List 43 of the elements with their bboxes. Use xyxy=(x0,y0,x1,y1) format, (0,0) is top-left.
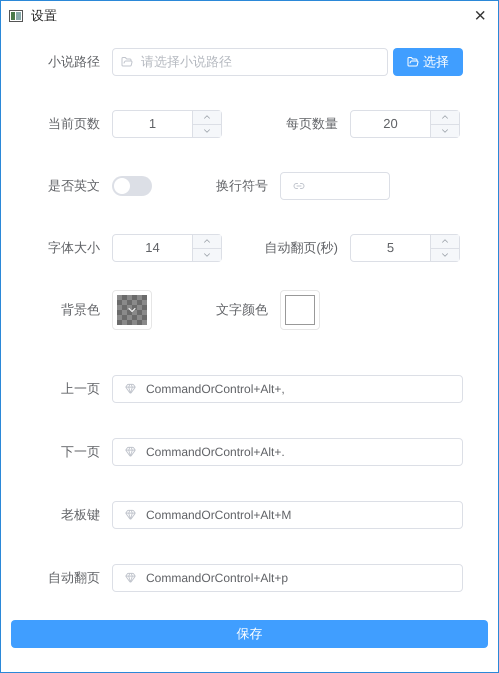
number-field[interactable]: 20 xyxy=(350,110,460,138)
path-field[interactable]: 请选择小说路径 xyxy=(112,48,388,76)
field-label: 老板键 xyxy=(61,506,100,524)
field-label: 上一页 xyxy=(61,380,100,398)
number-field[interactable]: 1 xyxy=(112,110,222,138)
shortcut-value: CommandOrControl+Alt+p xyxy=(146,570,288,586)
field-label: 文字颜色 xyxy=(216,301,268,320)
window-icon xyxy=(9,10,23,22)
field-label: 背景色 xyxy=(61,301,100,320)
field-label: 自动翻页 xyxy=(48,568,100,587)
shortcut-value: CommandOrControl+Alt+M xyxy=(146,506,292,524)
text-field[interactable] xyxy=(280,172,390,200)
folder-icon xyxy=(407,56,419,68)
close-button[interactable]: × xyxy=(474,6,486,26)
shortcut-field[interactable]: CommandOrControl+Alt+p xyxy=(112,564,463,592)
gem-icon xyxy=(125,509,136,520)
gem-icon xyxy=(125,572,136,583)
link-icon xyxy=(293,180,305,192)
toggle-switch[interactable] xyxy=(112,176,152,196)
number-value: 5 xyxy=(386,239,396,257)
folder-icon xyxy=(121,56,133,68)
window-title: 设置 xyxy=(31,7,57,26)
gem-icon xyxy=(125,383,136,394)
field-label: 当前页数 xyxy=(48,115,100,134)
number-value: 14 xyxy=(144,239,161,257)
field-label: 每页数量 xyxy=(286,115,338,134)
gem-icon xyxy=(125,446,136,457)
field-label: 字体大小 xyxy=(48,239,100,258)
number-value: 20 xyxy=(382,115,399,133)
field-label: 是否英文 xyxy=(48,177,100,196)
number-value: 1 xyxy=(148,115,158,133)
number-field[interactable]: 5 xyxy=(350,234,460,262)
field-label: 换行符号 xyxy=(216,177,268,196)
shortcut-field[interactable]: CommandOrControl+Alt+. xyxy=(112,438,463,466)
shortcut-value: CommandOrControl+Alt+, xyxy=(146,380,285,398)
field-label: 自动翻页(秒) xyxy=(264,239,338,258)
number-field[interactable]: 14 xyxy=(112,234,222,262)
shortcut-field[interactable]: CommandOrControl+Alt+M xyxy=(112,500,463,528)
field-label: 下一页 xyxy=(61,442,100,461)
field-label: 小说路径 xyxy=(48,53,100,72)
shortcut-field[interactable]: CommandOrControl+Alt+, xyxy=(112,374,463,402)
path-input[interactable]: 请选择小说路径 xyxy=(141,52,379,72)
shortcut-value: CommandOrControl+Alt+. xyxy=(146,444,285,460)
